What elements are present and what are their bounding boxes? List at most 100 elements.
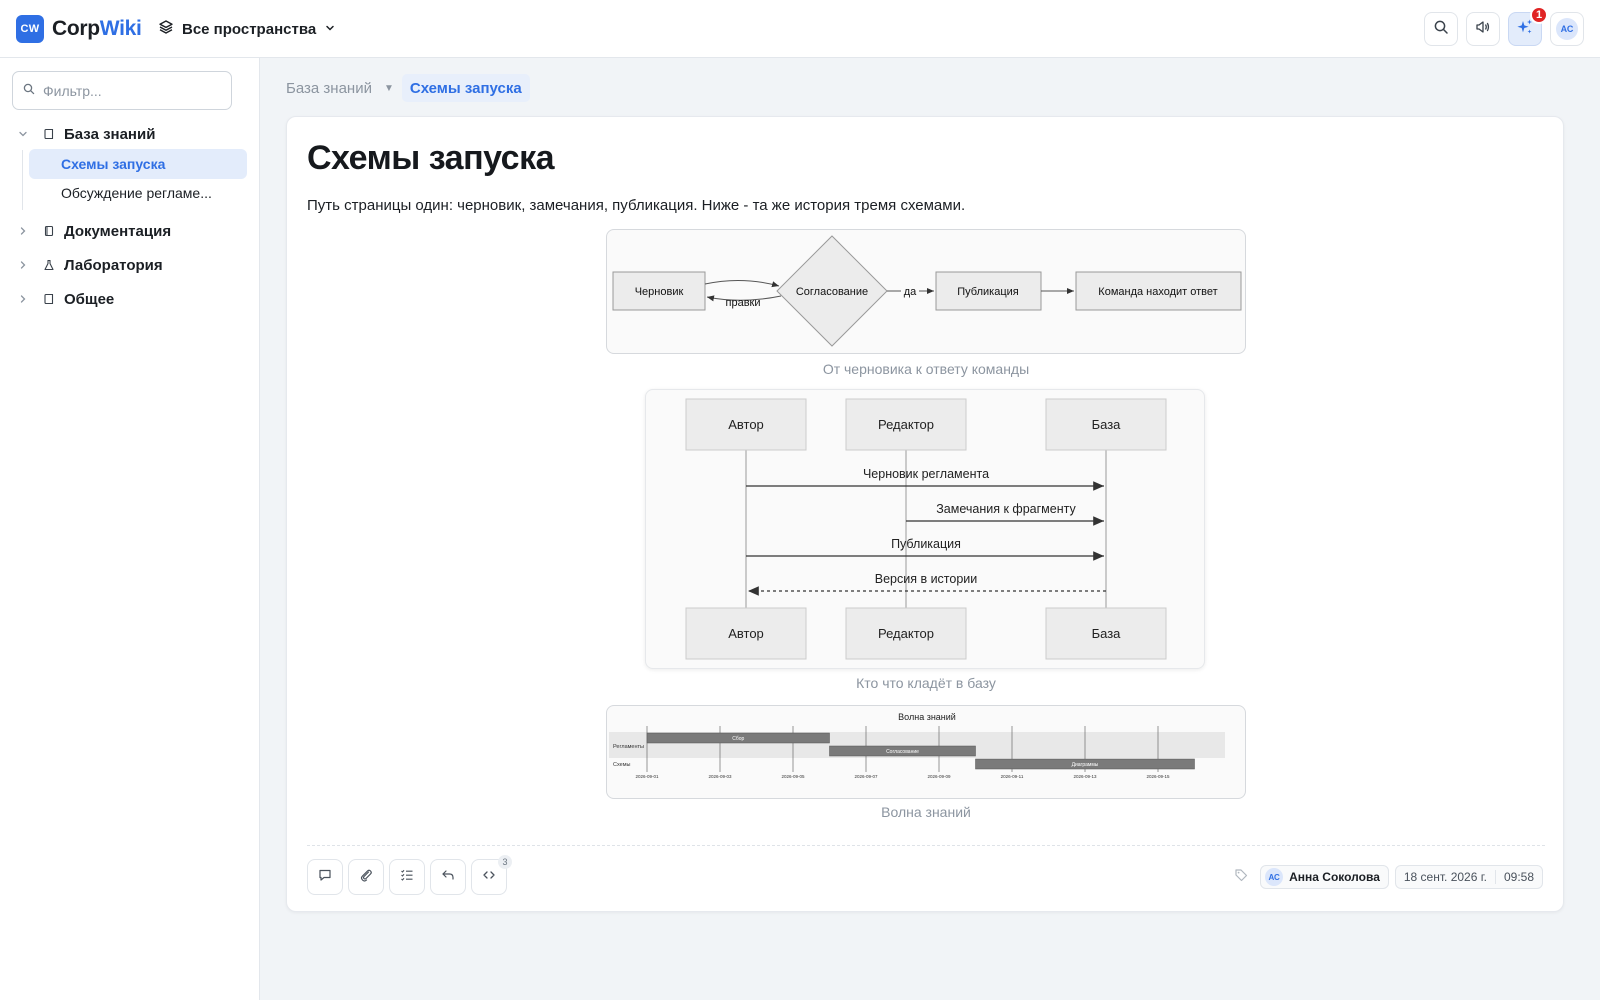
announcements-button[interactable] [1466,12,1500,46]
gantt-task-label: Диаграммы [1072,762,1099,768]
sidebar-item-discussion[interactable]: Обсуждение регламе... [29,178,247,208]
tag-button[interactable] [1228,864,1254,890]
chevron-down-icon[interactable] [16,129,30,139]
checklist-button[interactable] [389,859,425,895]
logo-name-a: Corp [52,17,100,40]
undo-button[interactable] [430,859,466,895]
chevron-right-icon[interactable] [16,294,30,304]
top-bar: CW CorpWiki Все пространства 1 АС [0,0,1600,58]
document-icon [42,225,56,237]
flowchart-caption: От черновика к ответу команды [822,361,1030,377]
gantt-tick-label: 2026-09-15 [1146,774,1170,779]
actor-author-label-bottom: Автор [728,626,764,641]
comment-icon [318,868,332,887]
flowchart-diagram[interactable]: Черновик Согласование Публикация Команда… [606,229,1246,354]
gantt-tick-label: 2026-09-07 [854,774,878,779]
comment-button[interactable] [307,859,343,895]
gantt-task-label: Сбор [732,736,744,742]
flow-node-draft-label: Черновик [635,286,684,298]
updated-time: 09:58 [1494,870,1542,884]
sidebar-item-label: Лаборатория [64,256,163,274]
updated-datetime: 18 сент. 2026 г. 09:58 [1394,865,1543,889]
book-icon [42,128,56,140]
author-chip[interactable]: АС Анна Соколова [1260,865,1389,889]
breadcrumb: База знаний ▼ Схемы запуска [286,74,530,102]
tree-guide-line [22,150,23,210]
spaces-switcher[interactable]: Все пространства [158,18,336,40]
actor-base-label-bottom: База [1092,626,1122,641]
search-button[interactable] [1424,12,1458,46]
message-3-label: Публикация [891,537,961,551]
actor-author-label: Автор [728,417,764,432]
chevron-right-icon[interactable] [16,260,30,270]
sequence-diagram[interactable]: Автор Редактор База Черновик регламента … [645,389,1205,669]
search-icon [23,82,35,100]
author-name: Анна Соколова [1289,870,1380,884]
flow-node-review-label: Согласование [796,286,868,298]
embed-code-button[interactable]: 3 [471,855,512,895]
page-title: Схемы запуска [307,139,555,177]
chevron-right-icon[interactable] [16,226,30,236]
flow-node-publish-label: Публикация [957,286,1019,298]
filter-input[interactable] [43,82,223,99]
gantt-tick-label: 2026-09-03 [708,774,732,779]
layers-icon [158,19,174,39]
page-meta: АС Анна Соколова 18 сент. 2026 г. 09:58 [1228,864,1543,890]
flow-edge-draft-review [704,279,780,288]
logo-mark[interactable]: CW [16,15,44,43]
app-logo[interactable]: CorpWiki [52,16,142,42]
search-icon [1433,19,1449,40]
flask-icon [42,259,56,271]
gantt-tick-label: 2026-09-09 [927,774,951,779]
breadcrumb-current: Схемы запуска [401,74,530,102]
tag-icon [1234,868,1248,887]
page-intro: Путь страницы один: черновик, замечания,… [307,197,966,214]
notification-badge: 1 [1530,6,1548,24]
undo-icon [441,868,455,887]
book-icon [42,293,56,305]
paperclip-icon [359,868,373,887]
sidebar-item-general[interactable]: Общее [16,287,114,311]
avatar: АС [1265,868,1284,886]
flow-edge-yes-label: да [904,286,917,298]
top-actions: 1 АС [1424,6,1584,46]
ai-assistant-button[interactable]: 1 [1508,6,1548,46]
sidebar-item-launch-schemes[interactable]: Схемы запуска [29,149,247,179]
sequence-caption: Кто что кладёт в базу [856,675,996,691]
code-icon [482,868,496,887]
message-2-label: Замечания к фрагменту [936,502,1076,516]
updated-date: 18 сент. 2026 г. [1403,870,1487,884]
sidebar-item-laboratory[interactable]: Лаборатория [16,253,163,277]
flow-edge-back-label: правки [726,297,761,309]
sidebar-item-documentation[interactable]: Документация [16,219,171,243]
gantt-title: Волна знаний [898,712,956,722]
sidebar: База знаний Схемы запуска Обсуждение рег… [0,58,260,1000]
filter-field[interactable] [12,71,232,110]
gantt-section-label: Схемы [613,762,631,768]
message-1-label: Черновик регламента [863,467,989,481]
avatar: АС [1556,18,1578,40]
actor-base-label: База [1092,417,1122,432]
user-menu-button[interactable]: АС [1550,12,1584,46]
caret-down-icon[interactable]: ▼ [384,83,394,94]
page-card: Схемы запуска Путь страницы один: чернов… [286,116,1564,912]
sidebar-item-label: Документация [64,222,172,240]
gantt-section-label: Регламенты [613,744,644,750]
sidebar-item-label: База знаний [64,125,156,143]
chevron-down-icon [324,21,336,38]
gantt-caption: Волна знаний [881,804,971,820]
flow-node-answer-label: Команда находит ответ [1098,286,1217,298]
attach-button[interactable] [348,859,384,895]
actor-editor-label: Редактор [878,417,934,432]
gantt-task-label: Согласование [886,749,919,755]
gantt-tick-label: 2026-09-11 [1001,774,1024,779]
actor-editor-label-bottom: Редактор [878,626,934,641]
message-4-label: Версия в истории [875,572,978,586]
breadcrumb-parent[interactable]: База знаний [280,74,378,102]
gantt-tick-label: 2026-09-13 [1073,774,1097,779]
gantt-diagram[interactable]: Волна знаний Регламенты Схемы 2026-09-01… [606,705,1246,799]
gantt-tick-label: 2026-09-01 [635,774,659,779]
spaces-label: Все пространства [182,20,317,38]
sidebar-item-knowledge-base[interactable]: База знаний [16,122,155,146]
megaphone-icon [1475,19,1491,40]
